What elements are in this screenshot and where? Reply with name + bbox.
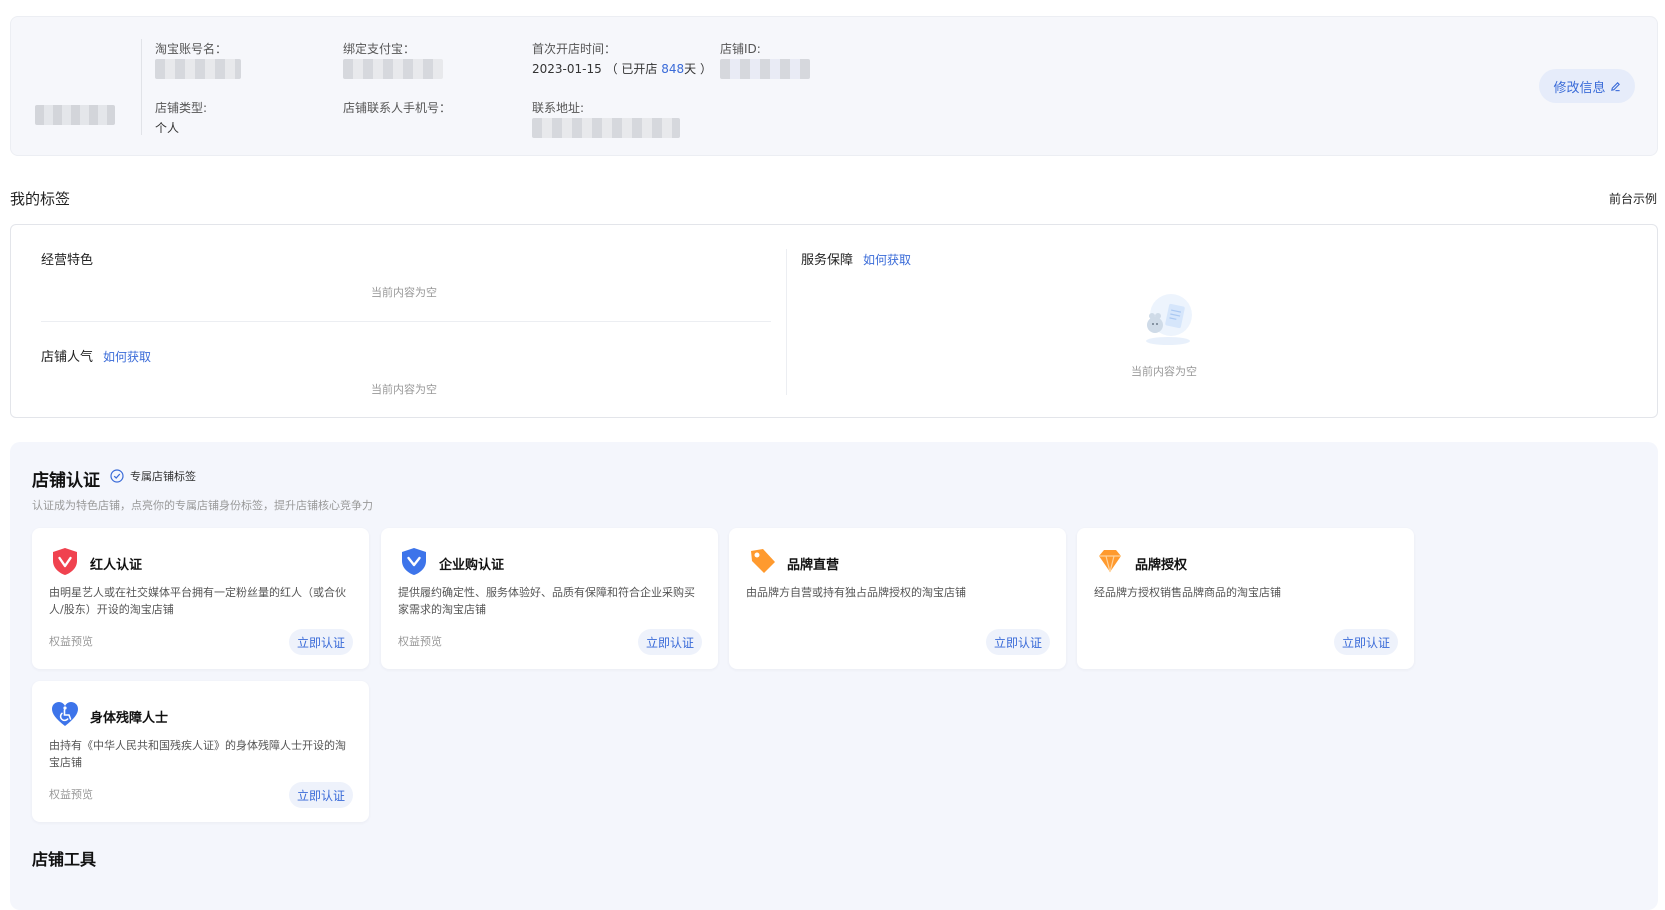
orange-tag-icon xyxy=(751,549,775,573)
cert-desc: 由明星艺人或在社交媒体平台拥有一定粉丝量的红人（或合伙人/股东）开设的淘宝店铺 xyxy=(49,586,346,616)
apply-certification-button[interactable]: 立即认证 xyxy=(1334,629,1398,655)
empty-state-illustration-icon xyxy=(1146,294,1192,345)
first-open-label: 首次开店时间： xyxy=(532,42,617,56)
cert-desc: 由品牌方自营或持有独占品牌授权的淘宝店铺 xyxy=(746,586,966,599)
cert-name: 企业购认证 xyxy=(439,558,505,573)
page: 淘宝账号名： 绑定支付宝： 首次开店时间： 2023-01-15 （ 已开店 8… xyxy=(0,0,1665,910)
alipay-value-redacted xyxy=(343,59,443,79)
taobao-account-field: 淘宝账号名： xyxy=(155,41,241,82)
certification-subtitle: 认证成为特色店铺，点亮你的专属店铺身份标签，提升店铺核心竞争力 xyxy=(32,499,373,512)
cert-name: 身体残障人士 xyxy=(90,711,169,726)
business-feature-title: 经营特色 xyxy=(41,253,94,268)
cert-card-brand-direct: 品牌直营 由品牌方自营或持有独占品牌授权的淘宝店铺 立即认证 xyxy=(729,528,1066,669)
shop-type-field: 店铺类型: 个人 xyxy=(155,100,207,136)
address-value-redacted xyxy=(532,118,680,138)
taobao-account-value-redacted xyxy=(155,59,241,79)
heart-v-shield-icon xyxy=(53,548,77,575)
divider xyxy=(141,39,142,135)
business-feature-empty: 当前内容为空 xyxy=(371,286,437,299)
certification-title: 店铺认证 xyxy=(32,471,100,491)
address-label: 联系地址: xyxy=(532,101,585,115)
contact-phone-field: 店铺联系人手机号： xyxy=(343,100,451,116)
shop-popularity-how-link[interactable]: 如何获取 xyxy=(103,350,151,364)
apply-certification-button[interactable]: 立即认证 xyxy=(289,782,353,808)
taobao-account-label: 淘宝账号名： xyxy=(155,42,228,56)
edit-info-label: 修改信息 xyxy=(1553,80,1606,96)
shop-id-field: 店铺ID: xyxy=(720,41,810,82)
cert-name: 品牌直营 xyxy=(787,558,840,573)
orange-diamond-icon xyxy=(1099,550,1121,573)
cert-card-brand-authorized: 品牌授权 经品牌方授权销售品牌商品的淘宝店铺 立即认证 xyxy=(1077,528,1414,669)
cert-name: 品牌授权 xyxy=(1135,558,1188,573)
alipay-field: 绑定支付宝： xyxy=(343,41,443,82)
address-field: 联系地址: xyxy=(532,100,680,141)
apply-certification-button[interactable]: 立即认证 xyxy=(638,629,702,655)
exclusive-tag: 专属店铺标签 xyxy=(110,468,196,484)
exclusive-tag-label: 专属店铺标签 xyxy=(130,470,196,483)
shop-popularity-section: 店铺人气 如何获取 xyxy=(41,346,151,365)
shop-popularity-title: 店铺人气 xyxy=(41,350,94,365)
apply-certification-button[interactable]: 立即认证 xyxy=(986,629,1050,655)
open-days: 848 xyxy=(661,62,685,76)
divider xyxy=(786,249,787,395)
first-open-value: 2023-01-15 （ 已开店 848天 ） xyxy=(532,61,712,77)
shop-tools-title: 店铺工具 xyxy=(32,850,97,869)
shop-info-card: 淘宝账号名： 绑定支付宝： 首次开店时间： 2023-01-15 （ 已开店 8… xyxy=(10,16,1658,156)
shop-name-redacted xyxy=(35,105,115,125)
blue-shield-v-icon xyxy=(402,548,426,575)
apply-certification-button[interactable]: 立即认证 xyxy=(289,629,353,655)
check-circle-icon xyxy=(110,469,124,483)
benefits-preview-link[interactable]: 权益预览 xyxy=(49,786,93,802)
cert-desc: 由持有《中华人民共和国残疾人证》的身体残障人士开设的淘宝店铺 xyxy=(49,739,346,769)
shop-popularity-empty: 当前内容为空 xyxy=(371,383,437,396)
certification-panel: 店铺认证 专属店铺标签 认证成为特色店铺，点亮你的专属店铺身份标签，提升店铺核心… xyxy=(10,442,1658,910)
shop-type-value: 个人 xyxy=(155,121,180,135)
cert-desc: 提供履约确定性、服务体验好、品质有保障和符合企业采购买家需求的淘宝店铺 xyxy=(398,586,695,616)
my-tags-title: 我的标签 xyxy=(10,190,71,208)
benefits-preview-link[interactable]: 权益预览 xyxy=(49,633,93,649)
open-suffix: 天 ） xyxy=(684,62,712,76)
first-open-field: 首次开店时间： 2023-01-15 （ 已开店 848天 ） xyxy=(532,41,712,77)
edit-info-button[interactable]: 修改信息 xyxy=(1539,69,1635,103)
cert-card-enterprise: 企业购认证 提供履约确定性、服务体验好、品质有保障和符合企业采购买家需求的淘宝店… xyxy=(381,528,718,669)
shop-type-label: 店铺类型: xyxy=(155,101,208,115)
service-guarantee-title: 服务保障 xyxy=(801,253,854,268)
service-guarantee-how-link[interactable]: 如何获取 xyxy=(863,253,911,267)
cert-desc: 经品牌方授权销售品牌商品的淘宝店铺 xyxy=(1094,586,1281,599)
pencil-icon xyxy=(1610,81,1620,91)
contact-phone-label: 店铺联系人手机号： xyxy=(343,101,452,115)
cert-card-disabled: 身体残障人士 由持有《中华人民共和国残疾人证》的身体残障人士开设的淘宝店铺 权益… xyxy=(32,681,369,822)
cert-name: 红人认证 xyxy=(90,558,143,573)
shop-id-value-redacted xyxy=(720,59,810,79)
divider xyxy=(41,321,771,322)
front-example-link[interactable]: 前台示例 xyxy=(1609,190,1657,207)
tags-card: 经营特色 当前内容为空 店铺人气 如何获取 当前内容为空 服务保障 如何获取 当前内… xyxy=(10,224,1658,418)
cert-card-influencer: 红人认证 由明星艺人或在社交媒体平台拥有一定粉丝量的红人（或合伙人/股东）开设的… xyxy=(32,528,369,669)
first-open-date: 2023-01-15 xyxy=(532,62,602,76)
service-guarantee-empty: 当前内容为空 xyxy=(1131,365,1197,378)
service-guarantee-section: 服务保障 如何获取 xyxy=(801,249,911,268)
shop-id-label: 店铺ID: xyxy=(720,42,761,56)
blue-heart-wheelchair-icon xyxy=(52,702,78,726)
benefits-preview-link[interactable]: 权益预览 xyxy=(398,633,442,649)
alipay-label: 绑定支付宝： xyxy=(343,42,416,56)
open-prefix: （ 已开店 xyxy=(605,62,658,76)
